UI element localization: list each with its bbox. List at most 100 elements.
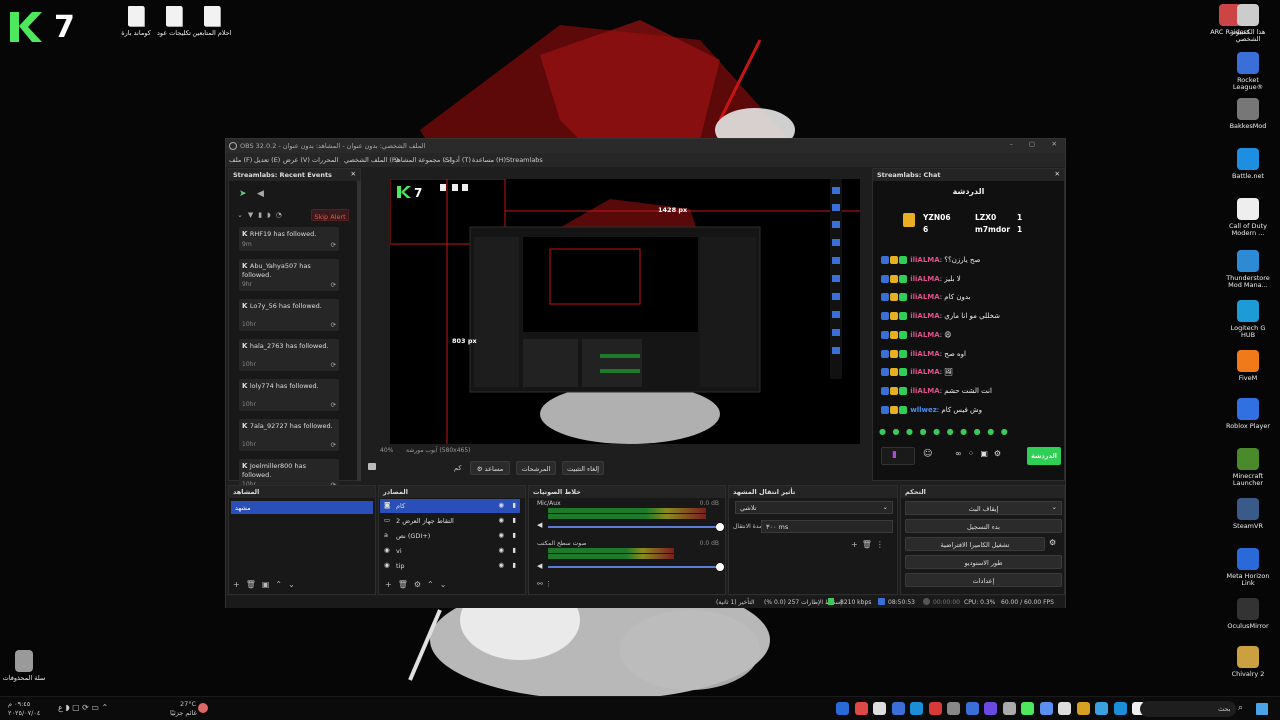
replay-icon[interactable]: ⟳ [331,241,336,249]
filters-button[interactable]: المرشحات [516,461,556,475]
window-titlebar[interactable]: OBS 32.0.2 - الملف الشخصي: بدون عنوان - … [226,139,1065,153]
eye-icon[interactable]: ◉ [498,546,504,554]
transition-toolbar[interactable]: +🗑⋮ [851,540,888,549]
mixer-toolbar[interactable]: ⚯ ⋮ [537,580,552,588]
lock-icon[interactable]: ▮ [512,546,516,554]
desktop-shortcut[interactable]: Meta Horizon Link [1224,548,1272,588]
chat-emote-bar[interactable]: ● ● ● ● ● ● ● ● ● ● [879,427,1059,439]
taskbar-app-icon[interactable] [1039,702,1053,715]
desktop-shortcut[interactable]: OculusMirror [1224,598,1272,630]
scrollbar[interactable] [357,181,361,481]
eye-icon[interactable]: ◉ [498,561,504,569]
source-item[interactable]: ▭ التقاط جهاز العرض 2 ◉ ▮ [380,514,520,528]
replay-icon[interactable]: ⟳ [331,401,336,409]
chat-username[interactable]: iliALMA [910,368,939,376]
desktop-shortcut[interactable]: Thunderstore Mod Mana... [1224,250,1272,290]
properties-button[interactable]: ⚙ مساعد [470,461,510,475]
source-item[interactable]: ◉ vi ◉ ▮ [380,544,520,558]
chat-username[interactable]: wllwez [910,406,937,414]
event-filter-icons[interactable]: ⌄▼▮◗◔ [237,211,287,219]
chat-username[interactable]: iliALMA [910,275,939,283]
taskbar-app-icon[interactable] [1002,702,1016,715]
menu-docks[interactable]: المحررات [312,156,338,164]
source-dock-toolbar[interactable]: +🗑⚙⌃⌄ [385,580,452,589]
desktop-file[interactable]: احلام المتابعين [186,6,238,37]
close-icon[interactable]: ✕ [1052,140,1057,148]
taskbar-app-icon[interactable] [836,702,849,715]
chat-username[interactable]: iliALMA [910,256,939,264]
eye-icon[interactable]: ◉ [498,516,504,524]
chat-username[interactable]: iliALMA [910,293,939,301]
megaphone-icon[interactable]: ◀ [257,189,264,199]
taskbar-app-icon[interactable] [928,702,942,715]
taskbar-app-icon[interactable] [854,702,868,715]
replay-icon[interactable]: ⟳ [331,361,336,369]
skip-alert-button[interactable]: Skip Alert [311,209,349,221]
eye-icon[interactable]: ◉ [498,501,504,509]
source-item[interactable]: ◙ كام ◉ ▮ [380,499,520,513]
taskbar-app-icon[interactable] [1076,702,1090,715]
weather-temp[interactable]: 27°C [180,700,196,708]
lock-icon[interactable]: ▮ [512,561,516,569]
close-icon[interactable]: ✕ [351,170,356,178]
taskbar-app-icon[interactable] [873,702,886,715]
weather-desc[interactable]: غائم جزئيًا [170,709,197,717]
lock-icon[interactable]: ▮ [512,531,516,539]
menu-tools[interactable]: أدوات (T) [444,156,471,164]
duration-input[interactable]: ٣٠٠ ms [761,520,893,533]
slider-handle[interactable] [716,563,724,571]
speaker-icon[interactable]: ◀ [537,521,542,529]
desktop-shortcut[interactable]: Chivalry 2 [1224,646,1272,678]
chat-send-button[interactable]: الدردشة [1027,447,1061,465]
desktop-shortcut[interactable]: Call of Duty Modern ... [1224,198,1272,238]
taskbar-app-icon[interactable] [1095,702,1108,715]
maximize-icon[interactable]: ▢ [1029,140,1035,148]
transition-select[interactable]: تلاشي ⌄ [735,501,893,514]
menu-streamlabs[interactable]: Streamlabs [506,156,543,164]
settings-button[interactable]: إعدادات [905,573,1062,587]
taskbar-app-icon[interactable] [910,702,923,715]
chat-username[interactable]: iliALMA [910,312,939,320]
menu-edit[interactable]: تعديل (E) [254,156,280,164]
replay-icon[interactable]: ⟳ [331,321,336,329]
menu-profile[interactable]: الملف الشخصي (P) [344,156,398,164]
scene-dock-toolbar[interactable]: +🗑▣⌃⌄ [233,580,301,589]
replay-icon[interactable]: ⟳ [331,441,336,449]
menu-file[interactable]: ملف (F) [229,156,252,164]
chat-username[interactable]: iliALMA [910,387,939,395]
desktop-shortcut[interactable]: Minecraft Launcher [1224,448,1272,488]
menu-view[interactable]: عرض (V) [283,156,310,164]
source-item[interactable]: a نص (GDI+) ◉ ▮ [380,529,520,543]
replay-icon[interactable]: ⟳ [331,281,336,289]
desktop-shortcut[interactable]: BakkesMod [1224,98,1272,130]
lock-icon[interactable]: ▮ [512,501,516,509]
chat-username[interactable]: iliALMA [910,331,939,339]
stream-dropdown[interactable]: إيقاف البث ⌄ [905,501,1062,515]
desktop-shortcut[interactable]: Battle.net [1224,148,1272,180]
slider-handle[interactable] [716,523,724,531]
desktop-shortcut[interactable]: SteamVR [1224,498,1272,530]
emoji-button[interactable]: ▮ [881,447,915,465]
search-box[interactable]: بحث [1140,701,1236,717]
recycle-bin[interactable]: سلة المحذوفات [0,650,52,682]
desktop-shortcut[interactable]: FiveM [1224,350,1272,382]
chat-username[interactable]: iliALMA [910,350,939,358]
studio-mode-button[interactable]: طور الاستوديو [905,555,1062,569]
taskbar-app-icon[interactable] [947,702,960,715]
virtual-camera-button[interactable]: تشغيل الكاميرا الافتراضية [905,537,1045,551]
send-icon[interactable]: ➤ [239,189,247,199]
start-icon[interactable] [1256,703,1268,715]
taskbar-app-icon[interactable] [891,702,905,715]
gear-icon[interactable]: ⚙ [1049,538,1056,547]
camera-icon[interactable] [368,463,376,470]
taskbar-app-icon[interactable] [984,702,997,715]
source-item[interactable]: ◉ tip ◉ ▮ [380,559,520,573]
scene-preview[interactable]: 7 1428 px 803 px [390,179,860,444]
clock-date[interactable]: ٢٠٢٥/٠٧/٠٤ [8,709,40,717]
lock-icon[interactable]: ▮ [512,516,516,524]
volume-slider[interactable] [548,566,720,568]
unpin-button[interactable]: إلغاء التثبيت [562,461,604,475]
eye-icon[interactable]: ◉ [498,531,504,539]
taskbar-app-icon[interactable] [1021,702,1034,715]
desktop-shortcut[interactable]: Rocket League® [1224,52,1272,92]
